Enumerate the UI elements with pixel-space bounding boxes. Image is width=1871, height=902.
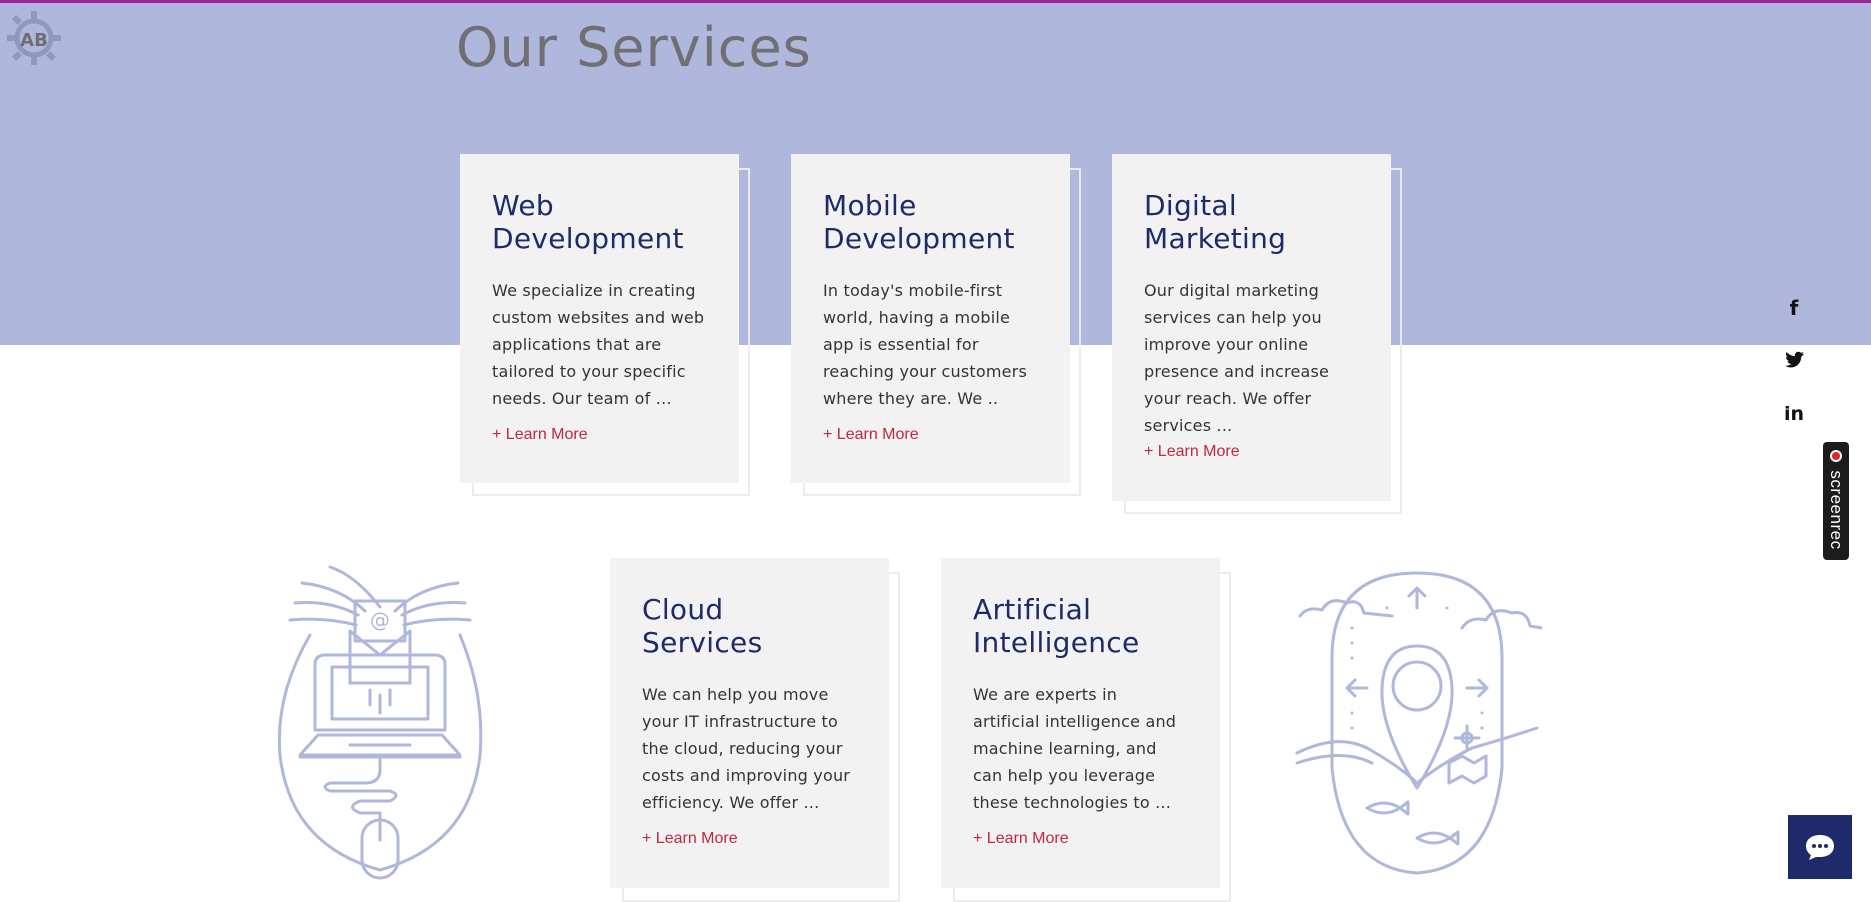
card-title: Artificial Intelligence — [973, 593, 1140, 659]
chat-button[interactable] — [1788, 815, 1852, 879]
card-text: We specialize in creating custom website… — [492, 281, 705, 408]
logo-text: AB — [20, 30, 48, 51]
card-title: Mobile Development — [823, 189, 1015, 255]
facebook-icon[interactable]: f — [1782, 296, 1806, 320]
learn-more-link[interactable]: + Learn More — [642, 830, 857, 848]
svg-text:@: @ — [370, 608, 390, 632]
card-text: We can help you move your IT infrastruct… — [642, 685, 851, 812]
record-dot-icon — [1830, 450, 1842, 462]
screenrec-badge[interactable]: screenrec — [1823, 442, 1849, 560]
card-text: In today's mobile-first world, having a … — [823, 281, 1027, 408]
card-text: Our digital marketing services can help … — [1144, 281, 1330, 435]
learn-more-link[interactable]: + Learn More — [823, 426, 1038, 444]
learn-more-link[interactable]: + Learn More — [492, 426, 707, 444]
learn-more-link[interactable]: + Learn More — [1144, 443, 1359, 461]
card-text: We are experts in artificial intelligenc… — [973, 685, 1177, 812]
page-title: Our Services — [456, 16, 812, 79]
learn-more-link[interactable]: + Learn More — [973, 830, 1188, 848]
twitter-icon[interactable] — [1782, 348, 1806, 372]
map-pin-illustration — [1295, 571, 1542, 875]
email-laptop-illustration: @ — [277, 565, 483, 880]
card-title: Web Development — [492, 189, 684, 255]
chat-bubble-icon — [1806, 835, 1834, 860]
screenrec-label: screenrec — [1827, 470, 1846, 550]
card-title: Digital Marketing — [1144, 189, 1287, 255]
gear-logo-icon[interactable]: AB — [4, 8, 64, 68]
card-title: Cloud Services — [642, 593, 763, 659]
linkedin-icon[interactable]: in — [1782, 402, 1806, 426]
